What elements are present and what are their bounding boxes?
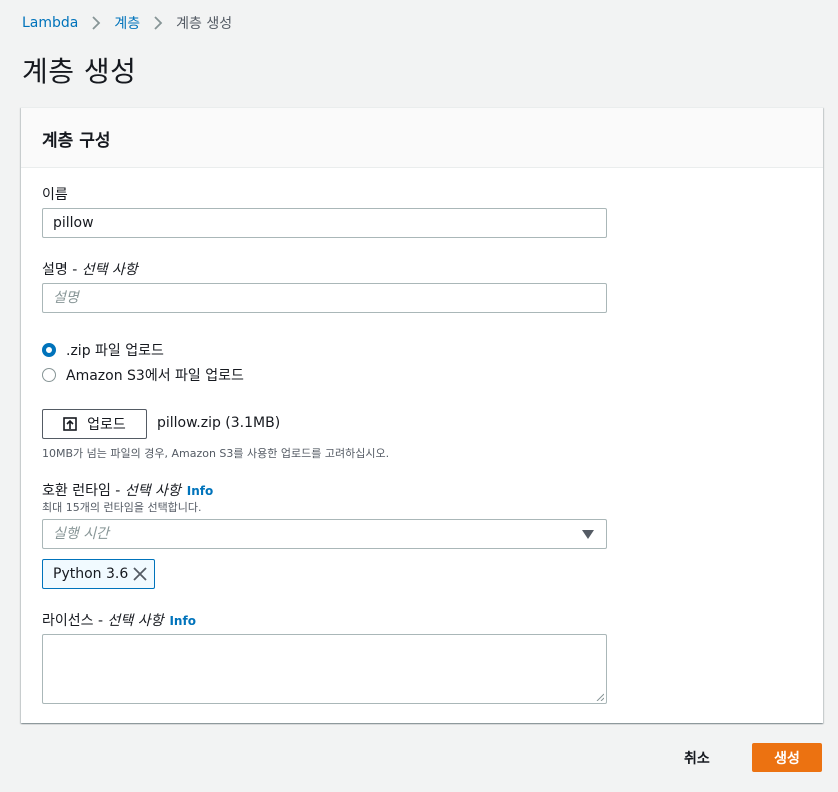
runtime-token-label: Python 3.6 [53,566,129,582]
license-info-link[interactable]: Info [169,614,195,628]
radio-zip-upload[interactable]: .zip 파일 업로드 [42,340,164,360]
runtimes-label: 호환 런타임 - 선택 사항 Info [42,480,213,500]
license-textarea[interactable] [42,634,607,704]
runtimes-label-text: 호환 런타임 - [42,483,125,499]
license-label-text: 라이선스 - [42,613,108,629]
radio-s3-upload[interactable]: Amazon S3에서 파일 업로드 [42,365,244,385]
cancel-button[interactable]: 취소 [676,747,718,771]
panel-header: 계층 구성 [21,108,823,168]
runtimes-hint: 최대 15개의 런타임을 선택합니다. [42,501,202,514]
radio-s3-label: Amazon S3에서 파일 업로드 [66,368,244,384]
description-label: 설명 - 선택 사항 [42,259,138,279]
upload-hint: 10MB가 넘는 파일의 경우, Amazon S3를 사용한 업로드를 고려하… [42,447,390,460]
page-title: 계층 생성 [22,55,137,88]
name-label: 이름 [42,187,68,203]
panel-title: 계층 구성 [42,131,111,151]
radio-button-checked[interactable] [42,343,56,357]
runtime-token: Python 3.6 [42,559,155,589]
license-label: 라이선스 - 선택 사항 Info [42,610,196,630]
radio-button[interactable] [42,368,56,382]
optional-text: 선택 사항 [124,483,181,499]
chevron-right-icon [140,15,176,31]
runtimes-select[interactable]: 실행 시간 [42,519,607,549]
upload-button[interactable]: 업로드 [42,409,147,439]
name-input[interactable] [42,208,607,238]
radio-zip-label: .zip 파일 업로드 [66,343,164,359]
chevron-right-icon [78,15,114,31]
layer-config-panel: 계층 구성 이름 설명 - 선택 사항 .zip 파일 업로드 Amazon S… [21,107,823,723]
runtimes-placeholder: 실행 시간 [53,526,109,542]
description-input[interactable] [42,283,607,313]
runtimes-info-link[interactable]: Info [187,484,213,498]
optional-text: 선택 사항 [107,613,164,629]
breadcrumb-current: 계층 생성 [176,16,233,32]
breadcrumb-lambda[interactable]: Lambda [22,15,78,31]
breadcrumb-layers[interactable]: 계층 [114,13,140,33]
upload-icon [63,417,77,431]
caret-down-icon [582,530,594,539]
uploaded-file-name: pillow.zip (3.1MB) [157,415,281,431]
resize-grip-icon[interactable] [596,693,604,701]
optional-text: 선택 사항 [81,262,138,278]
upload-button-label: 업로드 [87,417,126,433]
create-button[interactable]: 생성 [752,743,822,772]
description-label-text: 설명 - [42,262,82,278]
close-icon[interactable] [133,567,147,581]
breadcrumb: Lambda 계층 계층 생성 [22,12,232,34]
